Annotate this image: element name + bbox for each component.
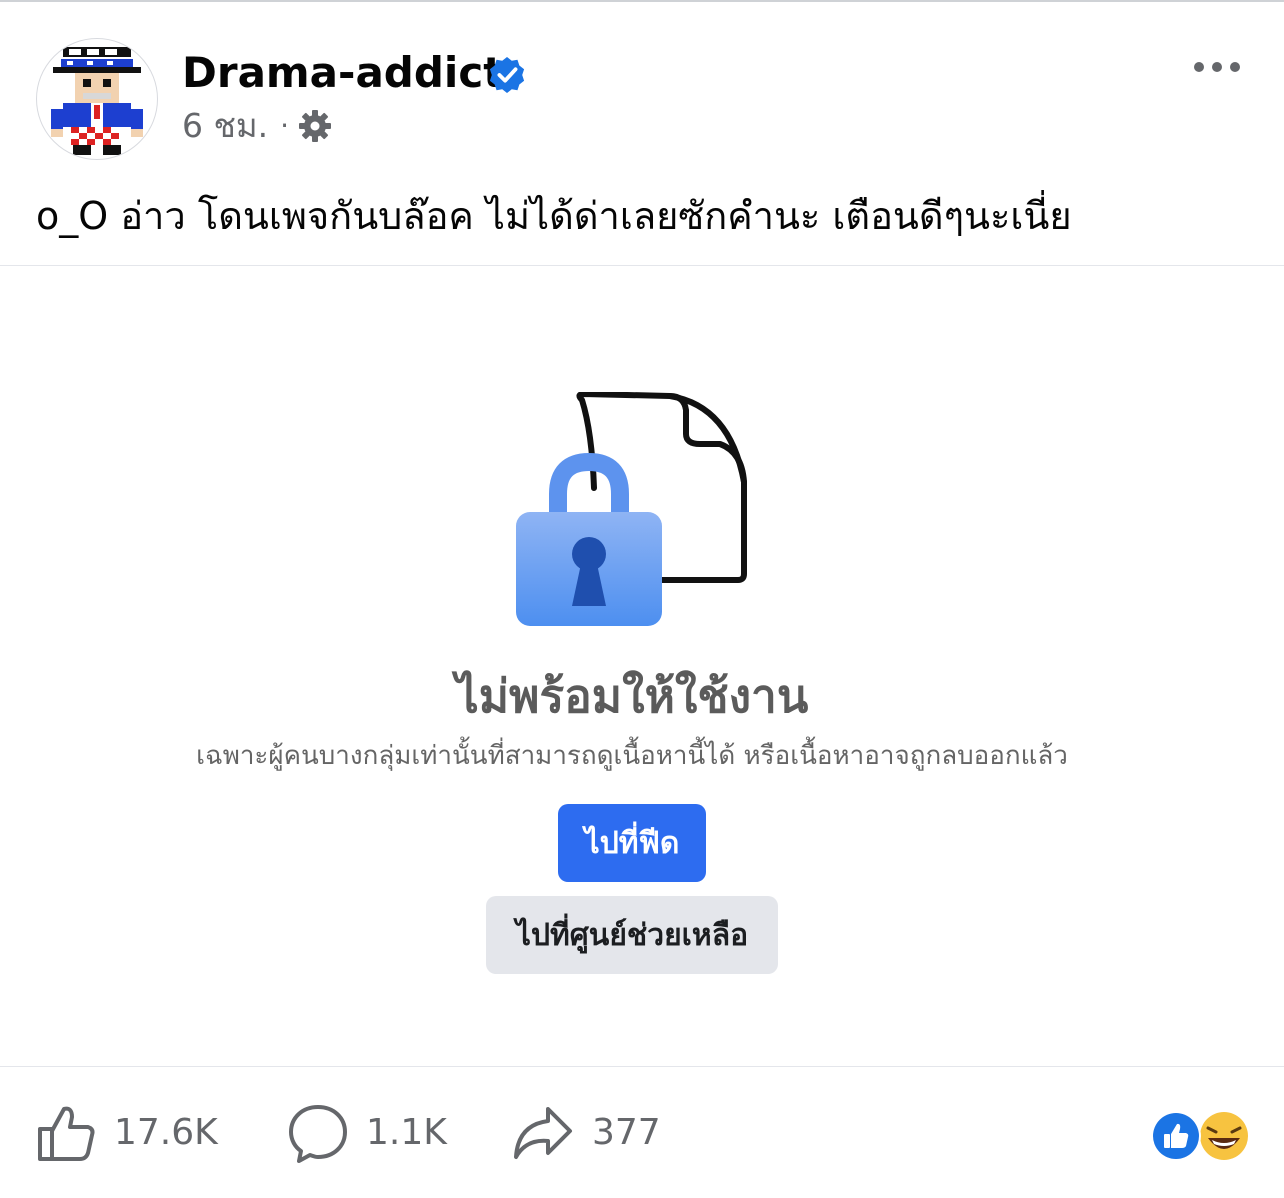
meta-separator: ·: [280, 109, 290, 142]
pixel-mascot-icon: [51, 47, 143, 155]
reaction-summary[interactable]: [1150, 1110, 1250, 1162]
like-button[interactable]: 17.6K: [36, 1100, 218, 1166]
share-button[interactable]: 377: [512, 1100, 661, 1166]
post-meta: 6 ชม. ·: [182, 104, 333, 148]
gear-icon[interactable]: [297, 108, 333, 144]
like-count: 17.6K: [114, 1112, 218, 1153]
unavailable-title: ไม่พร้อมให้ใช้งาน: [455, 669, 809, 723]
laugh-reaction-icon: [1200, 1112, 1248, 1160]
share-arrow-icon: [514, 1107, 572, 1159]
go-to-feed-button[interactable]: ไปที่ฟีด: [558, 804, 706, 882]
post-time[interactable]: 6 ชม.: [182, 104, 268, 148]
more-options-icon[interactable]: [1192, 58, 1242, 76]
like-reaction-icon: [1151, 1111, 1201, 1161]
post-text: o_O อ่าว โดนเพจกันบล๊อค ไม่ได้ด่าเลยซักค…: [36, 194, 1072, 238]
author-name[interactable]: Drama-addict: [182, 48, 503, 98]
verified-badge-icon: [489, 56, 525, 94]
share-count: 377: [592, 1112, 661, 1153]
comment-button[interactable]: 1.1K: [288, 1100, 447, 1166]
thumbs-up-icon: [38, 1106, 95, 1161]
unavailable-description: เฉพาะผู้คนบางกลุ่มเท่านั้นที่สามารถดูเนื…: [196, 741, 1068, 771]
avatar[interactable]: [36, 38, 158, 160]
go-to-help-center-button[interactable]: ไปที่ศูนย์ช่วยเหลือ: [486, 896, 778, 974]
comment-count: 1.1K: [366, 1112, 447, 1153]
comment-bubble-icon: [289, 1105, 347, 1163]
content-divider-top: [0, 265, 1284, 266]
content-divider-bottom: [0, 1066, 1284, 1067]
top-border: [0, 0, 1284, 2]
locked-content-illustration: [516, 392, 747, 626]
